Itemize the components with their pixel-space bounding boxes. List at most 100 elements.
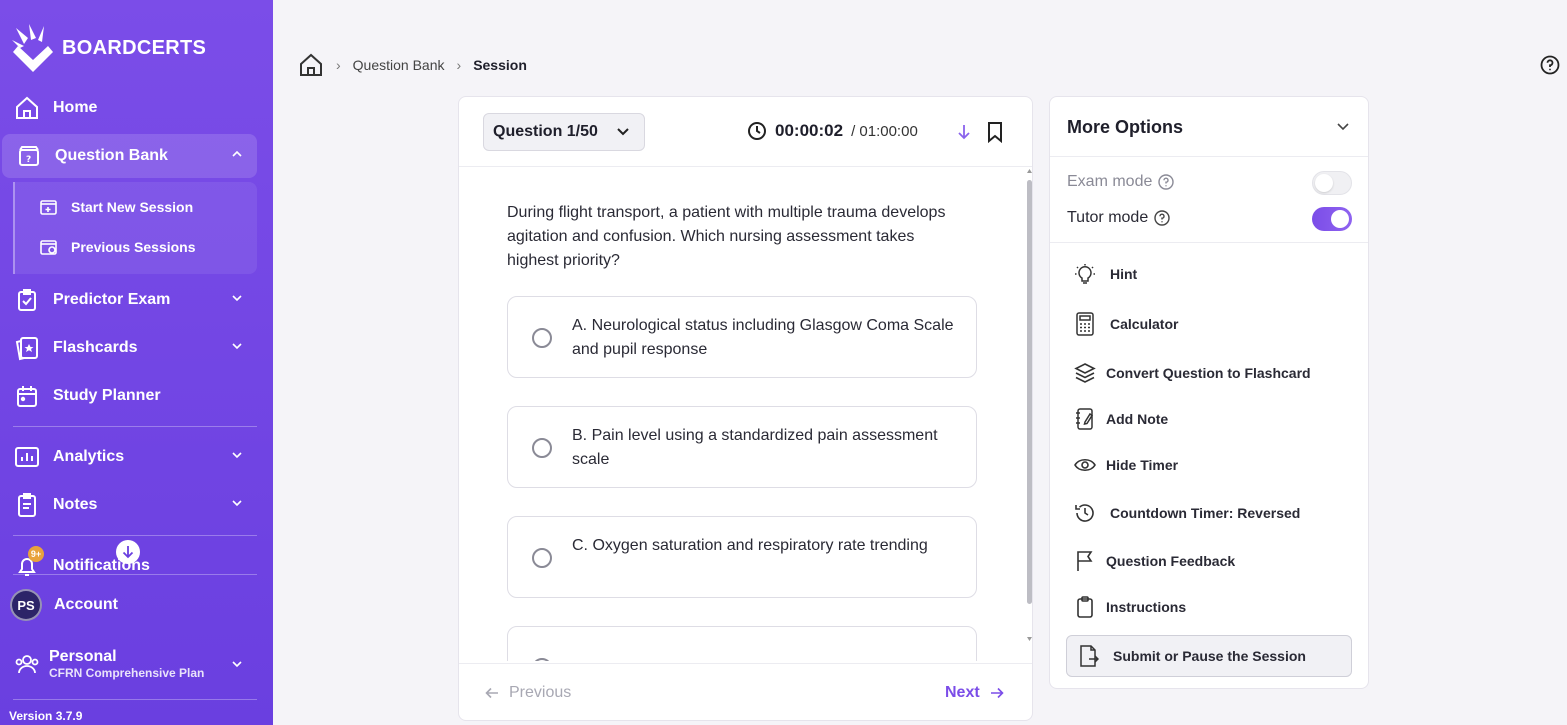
question-footer: Previous Next — [459, 663, 1032, 720]
eye-icon — [1074, 454, 1096, 476]
breadcrumb-question-bank[interactable]: Question Bank — [353, 57, 445, 73]
sidebar-item-question-bank[interactable]: ? Question Bank — [2, 134, 257, 178]
calculator-icon — [1074, 312, 1096, 336]
arrow-right-icon — [990, 687, 1004, 699]
submenu-label: Previous Sessions — [71, 239, 196, 255]
tutor-mode-toggle[interactable] — [1312, 207, 1352, 231]
history-icon — [1074, 502, 1096, 524]
answer-option-b[interactable]: B. Pain level using a standardized pain … — [507, 406, 977, 488]
radio-button[interactable] — [532, 548, 552, 568]
answer-option-text: C. Oxygen saturation and respiratory rat… — [572, 537, 928, 554]
sidebar-item-label: Flashcards — [53, 339, 138, 356]
chevron-down-icon — [617, 128, 629, 136]
next-label: Next — [945, 684, 980, 701]
svg-text:?: ? — [26, 155, 31, 165]
option-question-feedback[interactable]: Question Feedback — [1074, 550, 1235, 572]
sidebar-item-home[interactable]: Home — [0, 86, 257, 130]
help-icon[interactable] — [1158, 174, 1175, 190]
layers-icon — [1074, 362, 1096, 384]
sidebar-divider — [13, 574, 257, 575]
app-version: Version 3.7.9 — [9, 709, 83, 723]
option-convert-to-flashcard[interactable]: Convert Question to Flashcard — [1074, 362, 1311, 384]
brand-name: BOARDCERTS — [62, 36, 207, 59]
sidebar-item-label: Account — [54, 596, 118, 613]
previous-label: Previous — [509, 684, 572, 701]
radio-button[interactable] — [532, 658, 552, 661]
chevron-down-icon[interactable] — [1336, 122, 1350, 132]
exam-mode-toggle[interactable] — [1312, 171, 1352, 195]
sidebar-item-account[interactable]: PS Account — [0, 583, 257, 627]
submenu-start-new-session[interactable]: Start New Session — [39, 198, 193, 216]
clipboard-icon — [1074, 596, 1096, 618]
plan-subtitle: CFRN Comprehensive Plan — [49, 666, 205, 680]
calendar-icon — [13, 382, 41, 410]
breadcrumb-separator: › — [336, 57, 341, 73]
chevron-down-icon — [232, 661, 242, 668]
help-icon[interactable] — [1154, 210, 1170, 226]
option-countdown-timer[interactable]: Countdown Timer: Reversed — [1074, 502, 1300, 524]
option-instructions[interactable]: Instructions — [1074, 596, 1186, 618]
answer-option-d[interactable] — [507, 626, 977, 661]
radio-button[interactable] — [532, 328, 552, 348]
answer-option-c[interactable]: C. Oxygen saturation and respiratory rat… — [507, 516, 977, 598]
question-selector[interactable]: Question 1/50 — [483, 113, 645, 151]
scroll-up-arrow-icon[interactable] — [1027, 168, 1032, 174]
option-calculator[interactable]: Calculator — [1074, 312, 1179, 336]
home-icon — [13, 94, 41, 122]
bookmark-icon[interactable] — [987, 121, 1003, 143]
submit-pause-button[interactable]: Submit or Pause the Session — [1066, 635, 1352, 677]
option-hide-timer[interactable]: Hide Timer — [1074, 454, 1178, 476]
brand-logo[interactable]: BOARDCERTS — [10, 22, 206, 74]
file-export-icon — [1080, 645, 1099, 667]
submenu-label: Start New Session — [71, 199, 194, 215]
sidebar-item-predictor-exam[interactable]: Predictor Exam — [0, 278, 257, 322]
option-hint[interactable]: Hint — [1074, 263, 1137, 285]
question-text: During flight transport, a patient with … — [507, 204, 946, 269]
option-label: Question Feedback — [1106, 553, 1236, 569]
scroll-down-arrow-icon[interactable] — [1027, 636, 1032, 642]
submenu-previous-sessions[interactable]: Previous Sessions — [39, 238, 196, 256]
chevron-down-icon — [232, 500, 242, 507]
scroll-down-button[interactable] — [116, 540, 140, 564]
previous-button[interactable]: Previous — [485, 684, 571, 702]
sidebar-divider — [13, 535, 257, 536]
sidebar-item-label: Predictor Exam — [53, 291, 171, 308]
sidebar-item-plan[interactable]: Personal CFRN Comprehensive Plan — [0, 641, 257, 687]
sidebar: BOARDCERTS Home ? Question Bank Start Ne… — [0, 0, 273, 725]
next-button[interactable]: Next — [945, 684, 1004, 702]
timer-elapsed: 00:00:02 — [775, 121, 844, 140]
home-icon[interactable] — [298, 52, 324, 78]
scrollbar-thumb[interactable] — [1027, 180, 1032, 604]
answer-option-a[interactable]: A. Neurological status including Glasgow… — [507, 296, 977, 378]
answer-option-text: B. Pain level using a standardized pain … — [572, 427, 938, 468]
chevron-down-icon — [232, 295, 242, 302]
question-scrollbar[interactable] — [1027, 168, 1032, 661]
sidebar-item-flashcards[interactable]: Flashcards — [0, 326, 257, 370]
option-add-note[interactable]: Add Note — [1074, 408, 1168, 430]
sidebar-divider — [13, 426, 257, 427]
option-label: Add Note — [1106, 411, 1169, 427]
toggle-knob — [1315, 174, 1333, 192]
question-bank-submenu: Start New Session Previous Sessions — [13, 182, 257, 274]
sidebar-item-study-planner[interactable]: Study Planner — [0, 374, 257, 418]
help-icon[interactable] — [1540, 55, 1560, 75]
chevron-down-icon — [232, 343, 242, 350]
breadcrumb: › Question Bank › Session — [298, 52, 527, 78]
session-timer: 00:00:02 / 01:00:00 — [747, 121, 918, 141]
sidebar-item-label: Analytics — [53, 448, 125, 465]
answer-option-text: A. Neurological status including Glasgow… — [572, 317, 954, 358]
plan-label: Personal — [49, 648, 117, 665]
note-icon — [1074, 408, 1096, 430]
option-label: Hint — [1110, 266, 1138, 282]
flashcards-icon — [13, 334, 41, 362]
arrow-down-icon[interactable] — [957, 124, 971, 140]
radio-button[interactable] — [532, 438, 552, 458]
more-options-title: More Options — [1067, 117, 1183, 137]
flag-icon — [1074, 550, 1096, 572]
sidebar-item-notes[interactable]: Notes — [0, 483, 257, 527]
question-bank-icon: ? — [15, 142, 43, 170]
logo-icon — [12, 24, 53, 72]
sidebar-item-analytics[interactable]: Analytics — [0, 435, 257, 479]
more-options-header[interactable]: More Options — [1050, 97, 1368, 157]
option-label: Calculator — [1110, 316, 1179, 332]
